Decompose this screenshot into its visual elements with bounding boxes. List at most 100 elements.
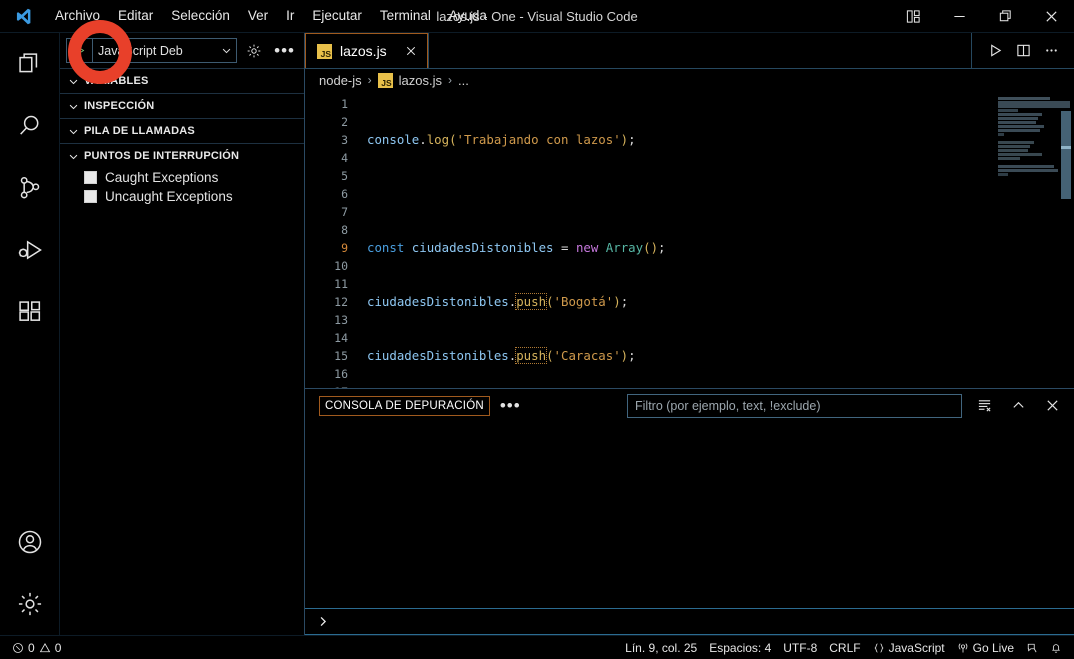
debug-console-repl-input[interactable] (305, 608, 1074, 635)
tab-label: lazos.js (340, 43, 387, 59)
braces-icon (874, 642, 884, 653)
debug-console-panel: CONSOLA DE DEPURACIÓN ••• (305, 388, 1074, 635)
play-icon[interactable] (982, 38, 1008, 64)
clear-console-icon[interactable] (972, 394, 996, 418)
status-go-live[interactable]: Go Live (951, 641, 1020, 655)
section-variables: VARIABLES (60, 68, 304, 93)
checkbox-icon[interactable] (84, 190, 97, 203)
menu-ayuda[interactable]: Ayuda (440, 4, 496, 28)
debug-console-output[interactable] (305, 422, 1074, 608)
minimap-scroll-thumb[interactable] (1061, 146, 1071, 149)
status-notifications[interactable] (1044, 642, 1068, 654)
menu-ir[interactable]: Ir (277, 4, 303, 28)
panel-more-actions[interactable]: ••• (500, 397, 521, 414)
status-cursor-position[interactable]: Lín. 9, col. 25 (619, 641, 703, 655)
line-number: 3 (341, 133, 348, 147)
minimap-line (998, 109, 1018, 112)
code-line-5: ciudadesDistonibles.push('Caracas'); (367, 347, 636, 364)
debug-more-actions[interactable]: ••• (271, 42, 298, 59)
status-left: 0 0 (6, 641, 67, 655)
split-editor-icon[interactable] (1010, 38, 1036, 64)
breadcrumb-folder[interactable]: node-js (319, 73, 362, 88)
line-number-active: 9 (341, 241, 348, 255)
menu-editar[interactable]: Editar (109, 4, 162, 28)
close-icon[interactable] (1040, 394, 1064, 418)
section-header-watch[interactable]: INSPECCIÓN (60, 94, 304, 118)
line-number: 8 (341, 223, 348, 237)
panel-tab-debug-console[interactable]: CONSOLA DE DEPURACIÓN (319, 395, 490, 416)
run-debug-icon[interactable] (0, 219, 60, 281)
breakpoint-label: Uncaught Exceptions (105, 189, 233, 204)
minimap-line (998, 97, 1050, 100)
minimap-scrollbar[interactable] (1061, 111, 1071, 199)
ellipsis-icon[interactable] (1038, 38, 1064, 64)
window-controls (890, 0, 1074, 33)
menu-terminal[interactable]: Terminal (371, 4, 440, 28)
restore-icon[interactable] (982, 0, 1028, 33)
gear-icon[interactable] (0, 573, 60, 635)
vscode-logo-icon (0, 7, 46, 26)
minimap-line (998, 165, 1054, 168)
menu-ejecutar[interactable]: Ejecutar (303, 4, 371, 28)
line-number: 15 (334, 349, 348, 363)
minimap-line (998, 125, 1044, 128)
activity-bar (0, 33, 60, 635)
source-control-icon[interactable] (0, 157, 60, 219)
breakpoint-caught-exceptions[interactable]: Caught Exceptions (60, 168, 304, 187)
files-icon[interactable] (0, 33, 60, 95)
code-line-1: console.log('Trabajando con lazos'); (367, 132, 636, 147)
section-title-watch: INSPECCIÓN (84, 100, 155, 112)
minimap-line (998, 153, 1042, 156)
status-indentation[interactable]: Espacios: 4 (703, 641, 777, 655)
code-lines[interactable]: console.log('Trabajando con lazos'); con… (357, 91, 994, 388)
search-icon[interactable] (0, 95, 60, 157)
title-bar: Archivo Editar Selección Ver Ir Ejecutar… (0, 0, 1074, 33)
line-number-gutter: 1 2 3 4 5 6 7 8 9 10 11 12 13 14 15 16 (305, 91, 357, 388)
debug-toolbar: JavaScript Deb ••• (60, 33, 304, 68)
chevron-up-icon[interactable] (1006, 394, 1030, 418)
minimap-line (998, 121, 1036, 124)
extensions-icon[interactable] (0, 281, 60, 343)
warning-icon (39, 642, 50, 652)
breadcrumb-file[interactable]: lazos.js (399, 73, 442, 88)
close-icon[interactable] (405, 45, 417, 57)
menu-ver[interactable]: Ver (239, 4, 277, 28)
minimap[interactable] (994, 91, 1074, 388)
menu-seleccion[interactable]: Selección (162, 4, 239, 28)
line-number: 6 (341, 187, 348, 201)
minimize-icon[interactable] (936, 0, 982, 33)
menu-archivo[interactable]: Archivo (46, 4, 109, 28)
section-header-variables[interactable]: VARIABLES (60, 69, 304, 93)
launch-configuration-select[interactable]: JavaScript Deb (66, 38, 238, 63)
status-feedback[interactable] (1020, 642, 1044, 654)
customize-layout-icon[interactable] (890, 0, 936, 33)
minimap-line (998, 141, 1034, 144)
status-eol[interactable]: CRLF (823, 641, 866, 655)
tab-lazos-js[interactable]: JS lazos.js (305, 33, 428, 68)
breadcrumb-symbol[interactable]: ... (458, 73, 469, 88)
minimap-selection (998, 101, 1070, 108)
section-header-breakpoints[interactable]: PUNTOS DE INTERRUPCIÓN (60, 144, 304, 168)
chevron-right-icon (320, 616, 327, 627)
status-bar: 0 0 Lín. 9, col. 25 Espacios: 4 UTF-8 CR… (0, 635, 1074, 659)
status-encoding[interactable]: UTF-8 (777, 641, 823, 655)
language-label: JavaScript (888, 640, 945, 655)
checkbox-icon[interactable] (84, 171, 97, 184)
play-icon[interactable] (67, 39, 93, 62)
breakpoint-uncaught-exceptions[interactable]: Uncaught Exceptions (60, 187, 304, 206)
line-number: 12 (334, 295, 348, 309)
minimap-line (998, 169, 1058, 172)
close-icon[interactable] (1028, 0, 1074, 33)
chevron-down-icon[interactable] (216, 45, 236, 56)
minimap-line (998, 113, 1042, 116)
code-scroll-area[interactable]: 1 2 3 4 5 6 7 8 9 10 11 12 13 14 15 16 c… (305, 91, 994, 388)
account-icon[interactable] (0, 511, 60, 573)
section-header-callstack[interactable]: PILA DE LLAMADAS (60, 119, 304, 143)
debug-settings-gear-icon[interactable] (243, 39, 265, 63)
status-problems[interactable]: 0 0 (6, 641, 67, 655)
line-number: 7 (341, 205, 348, 219)
console-filter-input[interactable] (627, 393, 962, 418)
status-language-mode[interactable]: JavaScript (867, 641, 951, 655)
warning-count: 0 (54, 640, 62, 655)
